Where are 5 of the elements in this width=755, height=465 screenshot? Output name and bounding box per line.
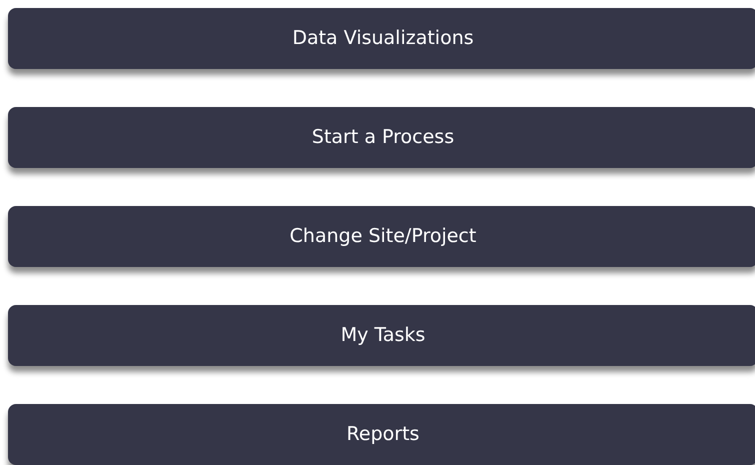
menu-button[interactable]: Start a Process bbox=[8, 107, 755, 168]
menu-button[interactable]: Data Visualizations bbox=[8, 8, 755, 69]
menu-button[interactable]: Change Site/Project bbox=[8, 206, 755, 267]
menu-button[interactable]: Reports bbox=[8, 404, 755, 465]
menu-button[interactable]: My Tasks bbox=[8, 305, 755, 366]
